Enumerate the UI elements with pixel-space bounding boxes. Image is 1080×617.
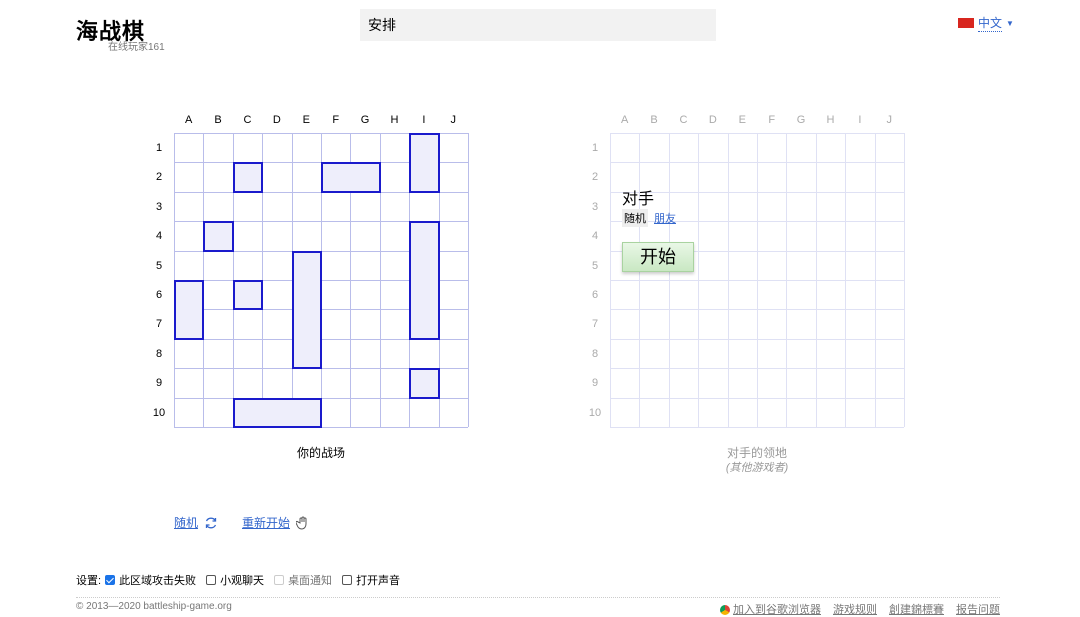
start-button[interactable]: 开始 (622, 242, 694, 272)
col-label-j: J (450, 114, 457, 126)
row-label-5: 5 (155, 259, 163, 272)
setting-label-1: 小观聊天 (220, 575, 265, 587)
row-label-5: 5 (591, 259, 599, 272)
row-label-6: 6 (591, 289, 599, 301)
row-label-4: 4 (591, 230, 599, 243)
online-players: 在线玩家161 (108, 42, 165, 53)
random-placement-button[interactable]: 随机 (174, 514, 218, 531)
grid-line (468, 133, 469, 427)
row-label-3: 3 (155, 200, 163, 213)
setting-label-0: 此区域攻击失败 (119, 575, 197, 587)
own-board-caption: 你的战场 (296, 446, 345, 460)
setting-checkbox-3[interactable] (342, 575, 353, 585)
settings-label: 设置: (76, 575, 102, 587)
col-label-b: B (650, 114, 658, 126)
row-label-1: 1 (155, 142, 163, 154)
grid-line (610, 397, 904, 399)
language-label: 中文 (978, 16, 1003, 32)
grid-line (610, 280, 904, 281)
col-label-b: B (214, 114, 222, 126)
settings-bar: 设置: 此区域攻击失败 小观聊天 桌面通知 打开声音 (76, 572, 400, 588)
ship[interactable] (409, 133, 440, 193)
row-label-10: 10 (152, 406, 166, 419)
row-label-8: 8 (591, 347, 599, 360)
col-label-d: D (272, 114, 281, 126)
grid-line (815, 133, 817, 427)
col-label-h: H (390, 114, 399, 126)
col-label-i: I (422, 114, 426, 126)
opponent-options: 随机 朋友 (622, 209, 676, 227)
col-label-g: G (360, 114, 370, 126)
caret-down-icon: ▼ (1006, 18, 1014, 28)
grid-line (610, 338, 904, 340)
setting-label-3: 打开声音 (356, 575, 401, 587)
ship[interactable] (232, 397, 322, 428)
ship[interactable] (321, 162, 381, 193)
col-label-e: E (738, 114, 746, 126)
col-label-a: A (621, 114, 629, 126)
col-label-j: J (886, 114, 893, 126)
china-flag-icon (958, 18, 974, 28)
refresh-icon (205, 517, 217, 528)
ship[interactable] (291, 250, 322, 370)
row-label-7: 7 (155, 318, 163, 331)
grid-line (610, 368, 904, 370)
grid-line (786, 133, 788, 427)
row-label-9: 9 (155, 377, 163, 390)
ship[interactable] (174, 280, 205, 340)
grid-line (610, 427, 904, 428)
row-label-7: 7 (591, 318, 599, 331)
ship[interactable] (409, 221, 440, 340)
ship[interactable] (232, 280, 264, 311)
ship[interactable] (232, 162, 264, 193)
ship[interactable] (409, 368, 440, 399)
restart-button[interactable]: 重新开始 (242, 514, 310, 531)
grid-line (610, 309, 904, 311)
col-label-e: E (302, 114, 310, 126)
grid-line (874, 133, 876, 427)
row-label-1: 1 (591, 142, 599, 154)
status-bar: 安排 (360, 9, 716, 41)
random-placement-label: 随机 (174, 516, 199, 530)
setting-label-2: 桌面通知 (288, 575, 333, 587)
opponent-friend-link[interactable]: 朋友 (654, 210, 676, 226)
setting-checkbox-0[interactable] (105, 575, 116, 585)
chrome-icon (720, 605, 730, 616)
language-selector[interactable]: 中文 ▼ (958, 14, 1014, 32)
col-label-a: A (185, 114, 193, 126)
col-label-h: H (826, 114, 835, 126)
row-label-8: 8 (155, 347, 163, 360)
grid-line (904, 133, 905, 427)
col-label-f: F (332, 114, 340, 126)
copyright: © 2013—2020 battleship-game.org (76, 601, 232, 612)
col-label-f: F (768, 114, 776, 126)
col-label-c: C (679, 114, 688, 126)
col-label-c: C (243, 114, 252, 126)
row-label-4: 4 (155, 230, 163, 243)
enemy-board-subcaption: (其他游戏者) (725, 462, 789, 474)
col-label-i: I (858, 114, 862, 126)
grid-line (845, 133, 847, 427)
row-label-6: 6 (155, 289, 163, 301)
col-label-g: G (796, 114, 806, 126)
hand-icon (296, 516, 307, 530)
ship[interactable] (203, 221, 234, 252)
setting-checkbox-1[interactable] (206, 575, 217, 585)
restart-label: 重新开始 (242, 516, 291, 530)
col-label-d: D (708, 114, 717, 126)
footer-link-chrome-label: 加入到谷歌浏览器 (733, 604, 821, 616)
row-label-3: 3 (591, 200, 599, 213)
row-label-2: 2 (591, 171, 599, 184)
row-label-10: 10 (588, 406, 602, 419)
row-label-9: 9 (591, 377, 599, 390)
opponent-label: 对手 (622, 191, 655, 208)
footer-divider (76, 597, 1000, 598)
setting-checkbox-2 (274, 575, 285, 585)
opponent-random-option[interactable]: 随机 (622, 209, 648, 227)
row-label-2: 2 (155, 171, 163, 184)
